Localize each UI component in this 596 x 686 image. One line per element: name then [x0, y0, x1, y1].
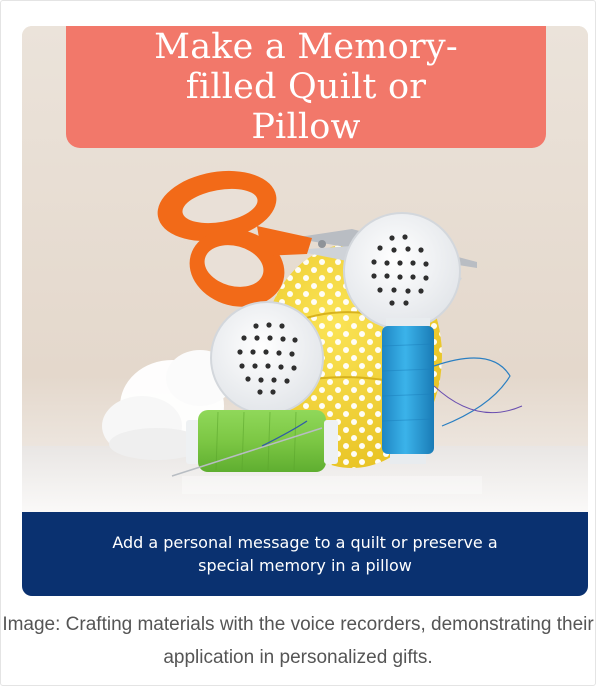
caption-band: Add a personal message to a quilt or pre… — [22, 512, 588, 596]
promo-card: Make a Memory-filled Quilt or Pillow Add… — [22, 26, 588, 596]
banner-title: Make a Memory-filled Quilt or Pillow — [154, 27, 458, 147]
figure-caption: Image: Crafting materials with the voice… — [2, 614, 594, 668]
voice-recorder-icon — [210, 301, 324, 415]
title-banner: Make a Memory-filled Quilt or Pillow — [66, 26, 546, 148]
voice-recorder-icon — [343, 212, 461, 330]
banner-caption: Add a personal message to a quilt or pre… — [112, 533, 498, 575]
